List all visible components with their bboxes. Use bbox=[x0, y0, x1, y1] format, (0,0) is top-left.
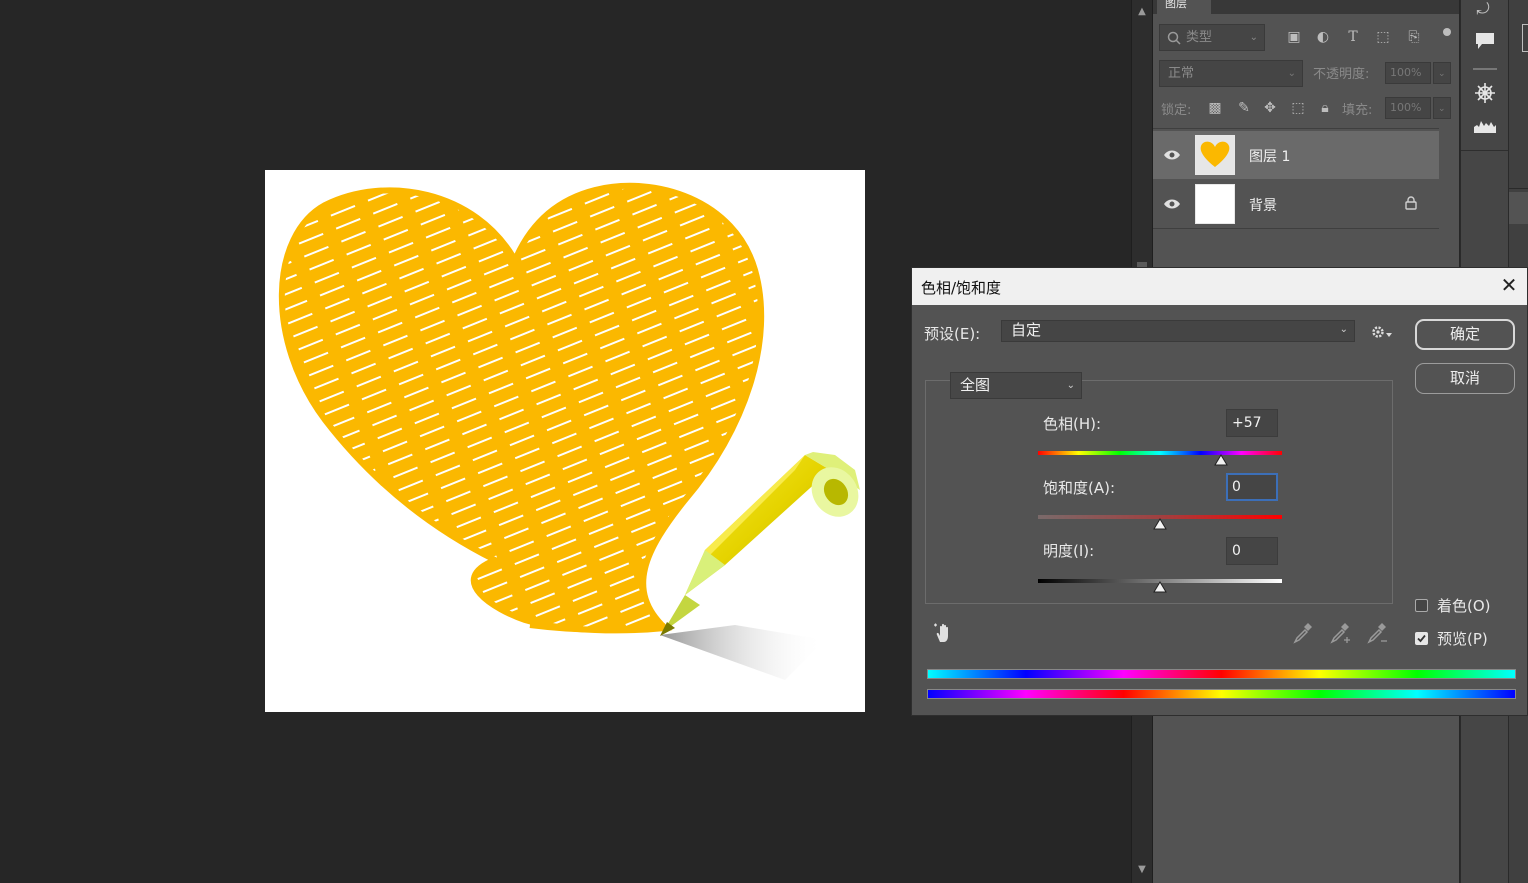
ship-wheel-icon[interactable] bbox=[1474, 82, 1496, 104]
dialog-title: 色相/饱和度 bbox=[921, 279, 1002, 297]
chevron-down-icon: ⌄ bbox=[1438, 104, 1446, 114]
fill-label: 填充: bbox=[1342, 103, 1373, 118]
chevron-down-icon: ⌄ bbox=[1438, 69, 1446, 79]
adjustment-filter-icon[interactable]: ◐ bbox=[1314, 28, 1332, 46]
panel-collapse-icon[interactable] bbox=[1522, 24, 1528, 52]
preview-checkbox[interactable] bbox=[1415, 632, 1428, 645]
hue-slider-thumb[interactable] bbox=[1214, 454, 1228, 466]
layer-thumbnail bbox=[1195, 135, 1235, 175]
canvas-document[interactable] bbox=[265, 170, 865, 712]
smart-object-filter-icon[interactable]: ⎘ bbox=[1405, 28, 1423, 46]
filter-kind-label: 类型 bbox=[1186, 30, 1213, 45]
chevron-down-icon: ⌄ bbox=[1287, 68, 1296, 79]
fill-dropdown-button[interactable]: ⌄ bbox=[1433, 97, 1451, 119]
saturation-slider-thumb[interactable] bbox=[1153, 518, 1167, 530]
panel-group-divider bbox=[1473, 68, 1497, 70]
layer-name[interactable]: 图层 1 bbox=[1249, 146, 1290, 166]
blend-mode-select[interactable]: 正常 ⌄ bbox=[1159, 60, 1303, 87]
eye-icon[interactable] bbox=[1163, 148, 1181, 162]
layer-list-divider bbox=[1153, 228, 1439, 229]
lock-icon bbox=[1405, 196, 1417, 210]
lock-image-pixels-icon[interactable]: ✎ bbox=[1235, 99, 1253, 117]
layer-thumbnail bbox=[1195, 184, 1235, 224]
hue-input[interactable]: +57 bbox=[1226, 409, 1278, 437]
eyedropper-plus-icon[interactable] bbox=[1329, 623, 1351, 645]
panel-group-divider bbox=[1461, 150, 1509, 151]
lock-label: 锁定: bbox=[1161, 103, 1192, 118]
lightness-label: 明度(I): bbox=[1043, 542, 1095, 560]
channel-value: 全图 bbox=[960, 376, 991, 394]
pencil-shadow bbox=[660, 625, 825, 680]
blend-mode-value: 正常 bbox=[1168, 66, 1195, 81]
preset-label: 预设(E): bbox=[924, 325, 981, 343]
eyedropper-icon[interactable] bbox=[1292, 623, 1312, 645]
fill-input[interactable]: 100% bbox=[1385, 97, 1431, 119]
histogram-icon[interactable] bbox=[1473, 117, 1497, 135]
dialog-titlebar[interactable]: 色相/饱和度 ✕ bbox=[912, 268, 1527, 305]
layer-row-background[interactable]: 背景 bbox=[1153, 180, 1439, 228]
chevron-down-icon: ⌄ bbox=[1339, 324, 1348, 335]
tab-layers[interactable]: 图层 bbox=[1157, 0, 1211, 14]
chevron-down-icon: ⌄ bbox=[1066, 380, 1075, 391]
opacity-dropdown-button[interactable]: ⌄ bbox=[1433, 62, 1451, 84]
preset-value: 自定 bbox=[1011, 321, 1042, 339]
lock-all-icon[interactable]: 🔒︎ bbox=[1316, 99, 1334, 117]
lock-artboard-icon[interactable]: ⬚ bbox=[1289, 99, 1307, 117]
hue-slider-track[interactable] bbox=[1038, 451, 1282, 455]
saturation-input[interactable]: 0 bbox=[1226, 473, 1278, 501]
lightness-slider-thumb[interactable] bbox=[1153, 581, 1167, 593]
hand-adjust-icon[interactable] bbox=[933, 622, 955, 644]
search-icon bbox=[1167, 31, 1181, 45]
layer-row-layer-1[interactable]: 图层 1 bbox=[1153, 131, 1439, 179]
source-spectrum-bar bbox=[927, 669, 1516, 679]
checkmark-icon bbox=[1417, 634, 1426, 643]
canvas-artwork bbox=[278, 182, 860, 680]
collapsed-panel-tab[interactable] bbox=[1509, 192, 1528, 224]
history-icon[interactable]: ⤾ bbox=[1474, 0, 1492, 18]
scroll-down-arrow-icon[interactable]: ▼ bbox=[1132, 860, 1152, 880]
gear-icon[interactable] bbox=[1371, 324, 1393, 340]
image-filter-icon[interactable]: ▣ bbox=[1285, 28, 1303, 46]
panel-divider bbox=[1509, 188, 1528, 189]
hue-saturation-dialog: 色相/饱和度 ✕ 预设(E): 自定 ⌄ 确定 取消 全图 ⌄ 色相(H): +… bbox=[911, 267, 1528, 716]
lightness-input[interactable]: 0 bbox=[1226, 537, 1278, 565]
saturation-label: 饱和度(A): bbox=[1043, 479, 1116, 497]
filter-toggle-icon[interactable] bbox=[1443, 28, 1451, 36]
hue-label: 色相(H): bbox=[1043, 415, 1102, 433]
layer-list: 图层 1 背景 bbox=[1153, 128, 1439, 229]
colorize-label[interactable]: 着色(O) bbox=[1437, 595, 1491, 616]
close-icon[interactable]: ✕ bbox=[1499, 275, 1519, 295]
result-spectrum-bar bbox=[927, 689, 1516, 699]
colorize-checkbox[interactable] bbox=[1415, 599, 1428, 612]
shape-filter-icon[interactable]: ⬚ bbox=[1374, 28, 1392, 46]
cancel-button[interactable]: 取消 bbox=[1415, 363, 1515, 394]
ok-button[interactable]: 确定 bbox=[1415, 319, 1515, 350]
channel-select[interactable]: 全图 ⌄ bbox=[950, 372, 1082, 399]
type-filter-icon[interactable]: T bbox=[1344, 28, 1362, 46]
scroll-up-arrow-icon[interactable]: ▲ bbox=[1132, 2, 1152, 22]
eyedropper-minus-icon[interactable] bbox=[1366, 623, 1388, 645]
layers-panel-tabstrip: 图层 bbox=[1153, 0, 1459, 14]
preset-select[interactable]: 自定 ⌄ bbox=[1001, 320, 1355, 342]
lock-position-icon[interactable]: ✥ bbox=[1261, 99, 1279, 117]
comment-icon[interactable] bbox=[1474, 31, 1496, 51]
preview-label[interactable]: 预览(P) bbox=[1437, 628, 1488, 649]
opacity-input[interactable]: 100% bbox=[1385, 62, 1431, 84]
adjustment-group-box bbox=[925, 380, 1393, 604]
eye-icon[interactable] bbox=[1163, 197, 1181, 211]
chevron-down-icon: ⌄ bbox=[1249, 32, 1258, 43]
opacity-label: 不透明度: bbox=[1313, 67, 1370, 82]
heart-thumbnail-icon bbox=[1196, 136, 1234, 174]
layer-name[interactable]: 背景 bbox=[1249, 195, 1277, 215]
lock-transparent-pixels-icon[interactable]: ▩ bbox=[1206, 99, 1224, 117]
heart-shape bbox=[278, 182, 765, 634]
